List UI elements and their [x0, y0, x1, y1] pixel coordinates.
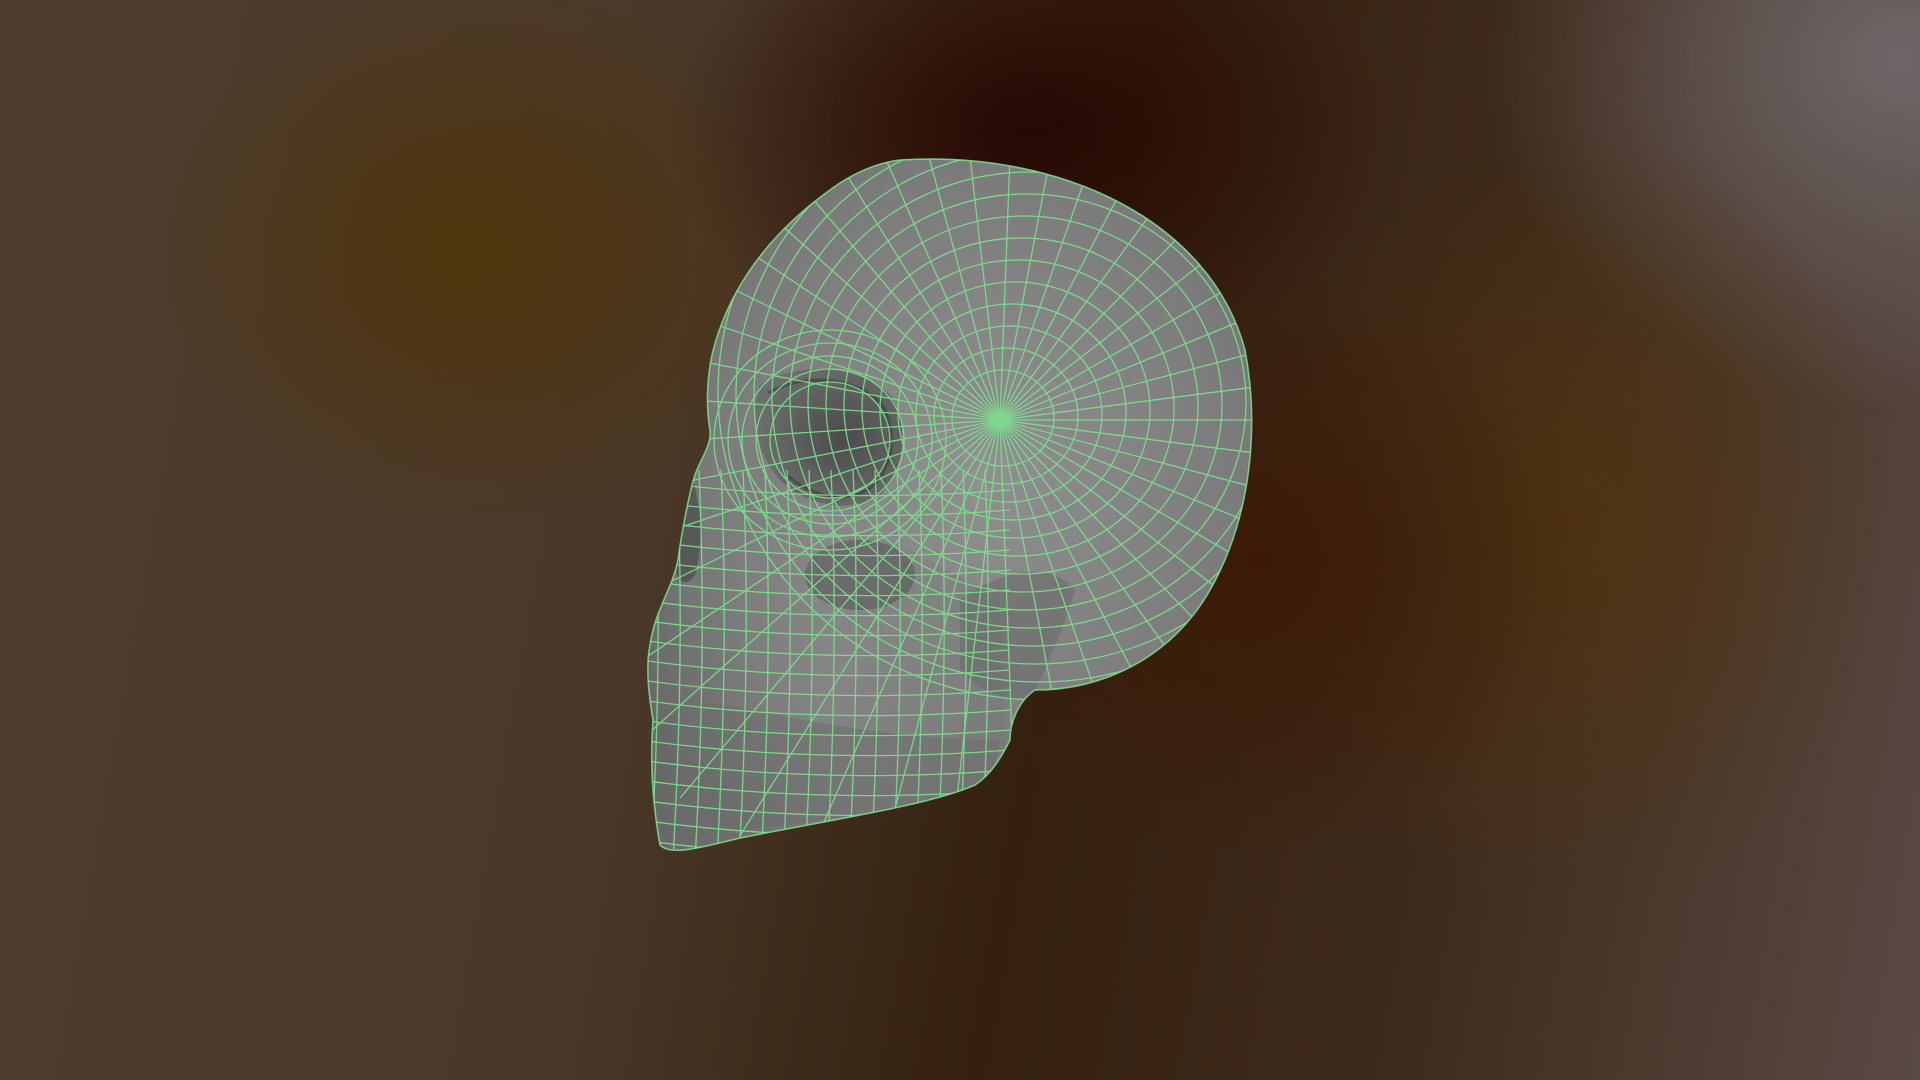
wireframe-overlay — [647, 159, 1252, 851]
3d-viewport[interactable] — [0, 0, 1920, 1080]
skull-model[interactable] — [0, 0, 1920, 1080]
